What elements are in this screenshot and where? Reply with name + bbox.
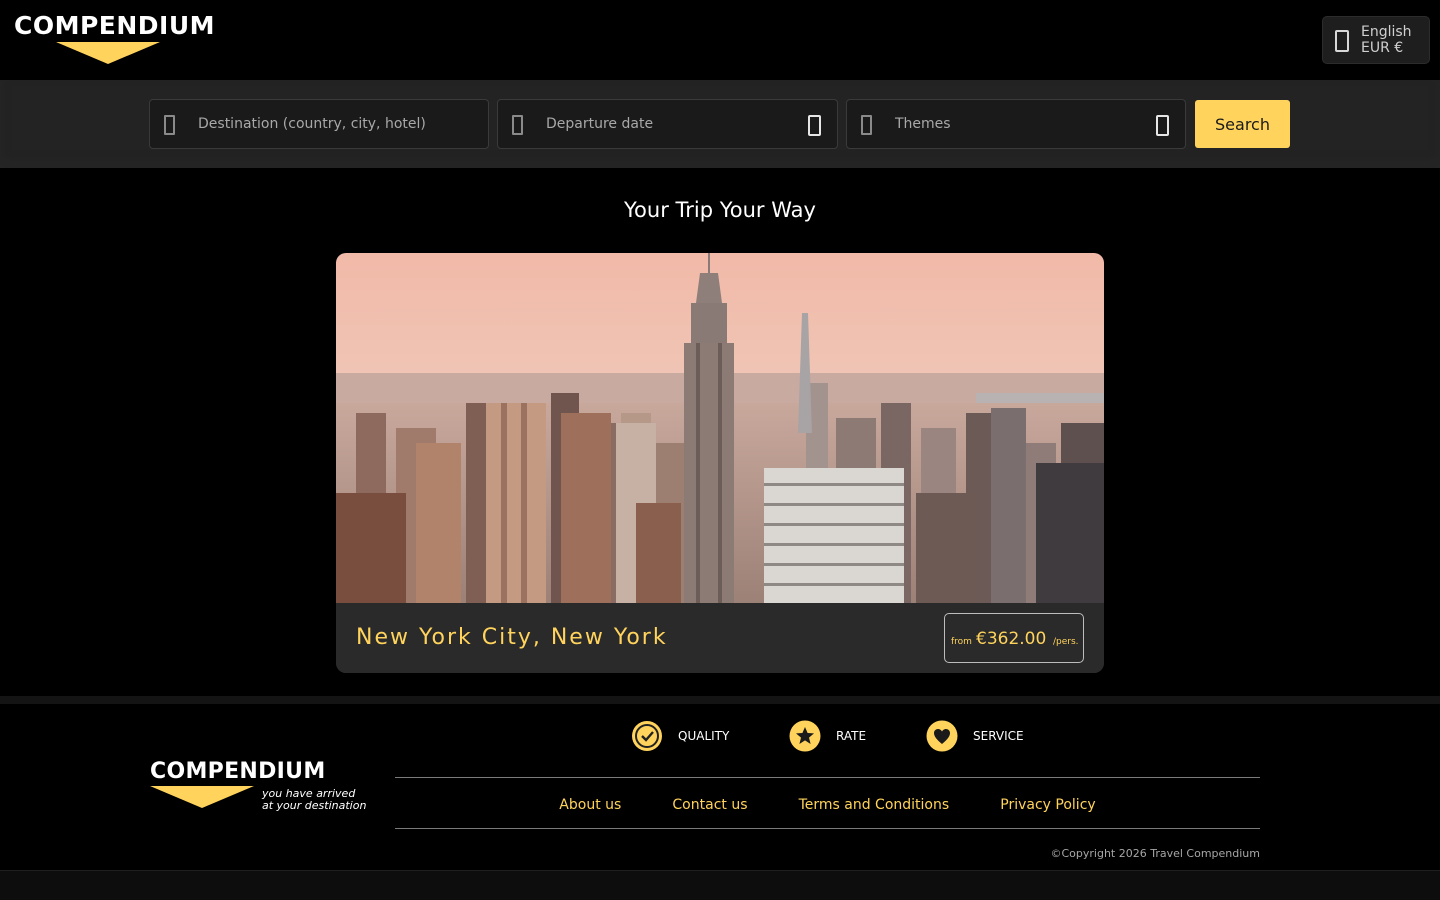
city-skyline-image <box>336 253 1104 603</box>
service-badge: SERVICE <box>926 720 1036 752</box>
rate-badge: RATE <box>789 720 879 752</box>
footer-logo-text: COMPENDIUM <box>150 759 326 784</box>
star-icon <box>789 720 821 752</box>
destination-placeholder: Destination (country, city, hotel) <box>198 116 426 132</box>
about-us-link[interactable]: About us <box>559 796 621 814</box>
departure-placeholder: Departure date <box>546 116 654 132</box>
footer-logo[interactable]: COMPENDIUM you have arrived at your dest… <box>150 760 370 816</box>
chevron-down-icon <box>808 115 821 136</box>
copyright: ©Copyright 2026 Travel Compendium <box>1050 847 1260 860</box>
language-label: English <box>1361 24 1412 40</box>
header: COMPENDIUM English EUR € <box>0 0 1440 80</box>
check-badge-icon <box>632 721 662 751</box>
quality-label: QUALITY <box>678 729 730 743</box>
search-button[interactable]: Search <box>1195 100 1290 148</box>
price-per-label: /pers. <box>1053 637 1079 647</box>
logo[interactable]: COMPENDIUM <box>14 12 215 68</box>
footer: COMPENDIUM you have arrived at your dest… <box>0 704 1440 870</box>
tag-icon <box>861 115 872 135</box>
footer-links: About us Contact us Terms and Conditions… <box>395 794 1260 814</box>
logo-chevron-icon <box>56 42 160 64</box>
bottom-band <box>0 870 1440 900</box>
service-label: SERVICE <box>973 729 1024 743</box>
chevron-down-icon <box>1156 115 1169 136</box>
price-value: €362.00 <box>976 629 1047 649</box>
location-icon <box>164 115 175 135</box>
calendar-icon <box>512 115 523 135</box>
privacy-policy-link[interactable]: Privacy Policy <box>1000 796 1095 814</box>
language-icon <box>1335 30 1349 52</box>
language-currency-button[interactable]: English EUR € <box>1322 16 1430 64</box>
destination-card[interactable]: New York City, New York from €362.00 /pe… <box>336 253 1104 673</box>
footer-links-top-rule <box>395 777 1260 778</box>
currency-label: EUR € <box>1361 40 1404 56</box>
logo-text: COMPENDIUM <box>14 11 216 40</box>
price-box[interactable]: from €362.00 /pers. <box>944 613 1084 663</box>
themes-select[interactable]: Themes <box>846 99 1186 149</box>
card-footer: New York City, New York from €362.00 /pe… <box>336 603 1104 673</box>
heart-icon <box>926 720 958 752</box>
footer-divider <box>0 696 1440 704</box>
departure-date-input[interactable]: Departure date <box>497 99 838 149</box>
destination-title: New York City, New York <box>356 625 668 650</box>
footer-links-bottom-rule <box>395 828 1260 829</box>
contact-us-link[interactable]: Contact us <box>672 796 747 814</box>
footer-logo-chevron-icon <box>150 786 254 808</box>
themes-label: Themes <box>895 116 951 132</box>
price-from-label: from <box>951 637 972 647</box>
page-title: Your Trip Your Way <box>624 198 816 222</box>
destination-input[interactable]: Destination (country, city, hotel) <box>149 99 489 149</box>
terms-link[interactable]: Terms and Conditions <box>799 796 950 814</box>
quality-badge: QUALITY <box>631 720 741 752</box>
rate-label: RATE <box>836 729 867 743</box>
search-bar: Destination (country, city, hotel) Depar… <box>0 80 1440 168</box>
footer-tagline-2: at your destination <box>262 799 367 812</box>
